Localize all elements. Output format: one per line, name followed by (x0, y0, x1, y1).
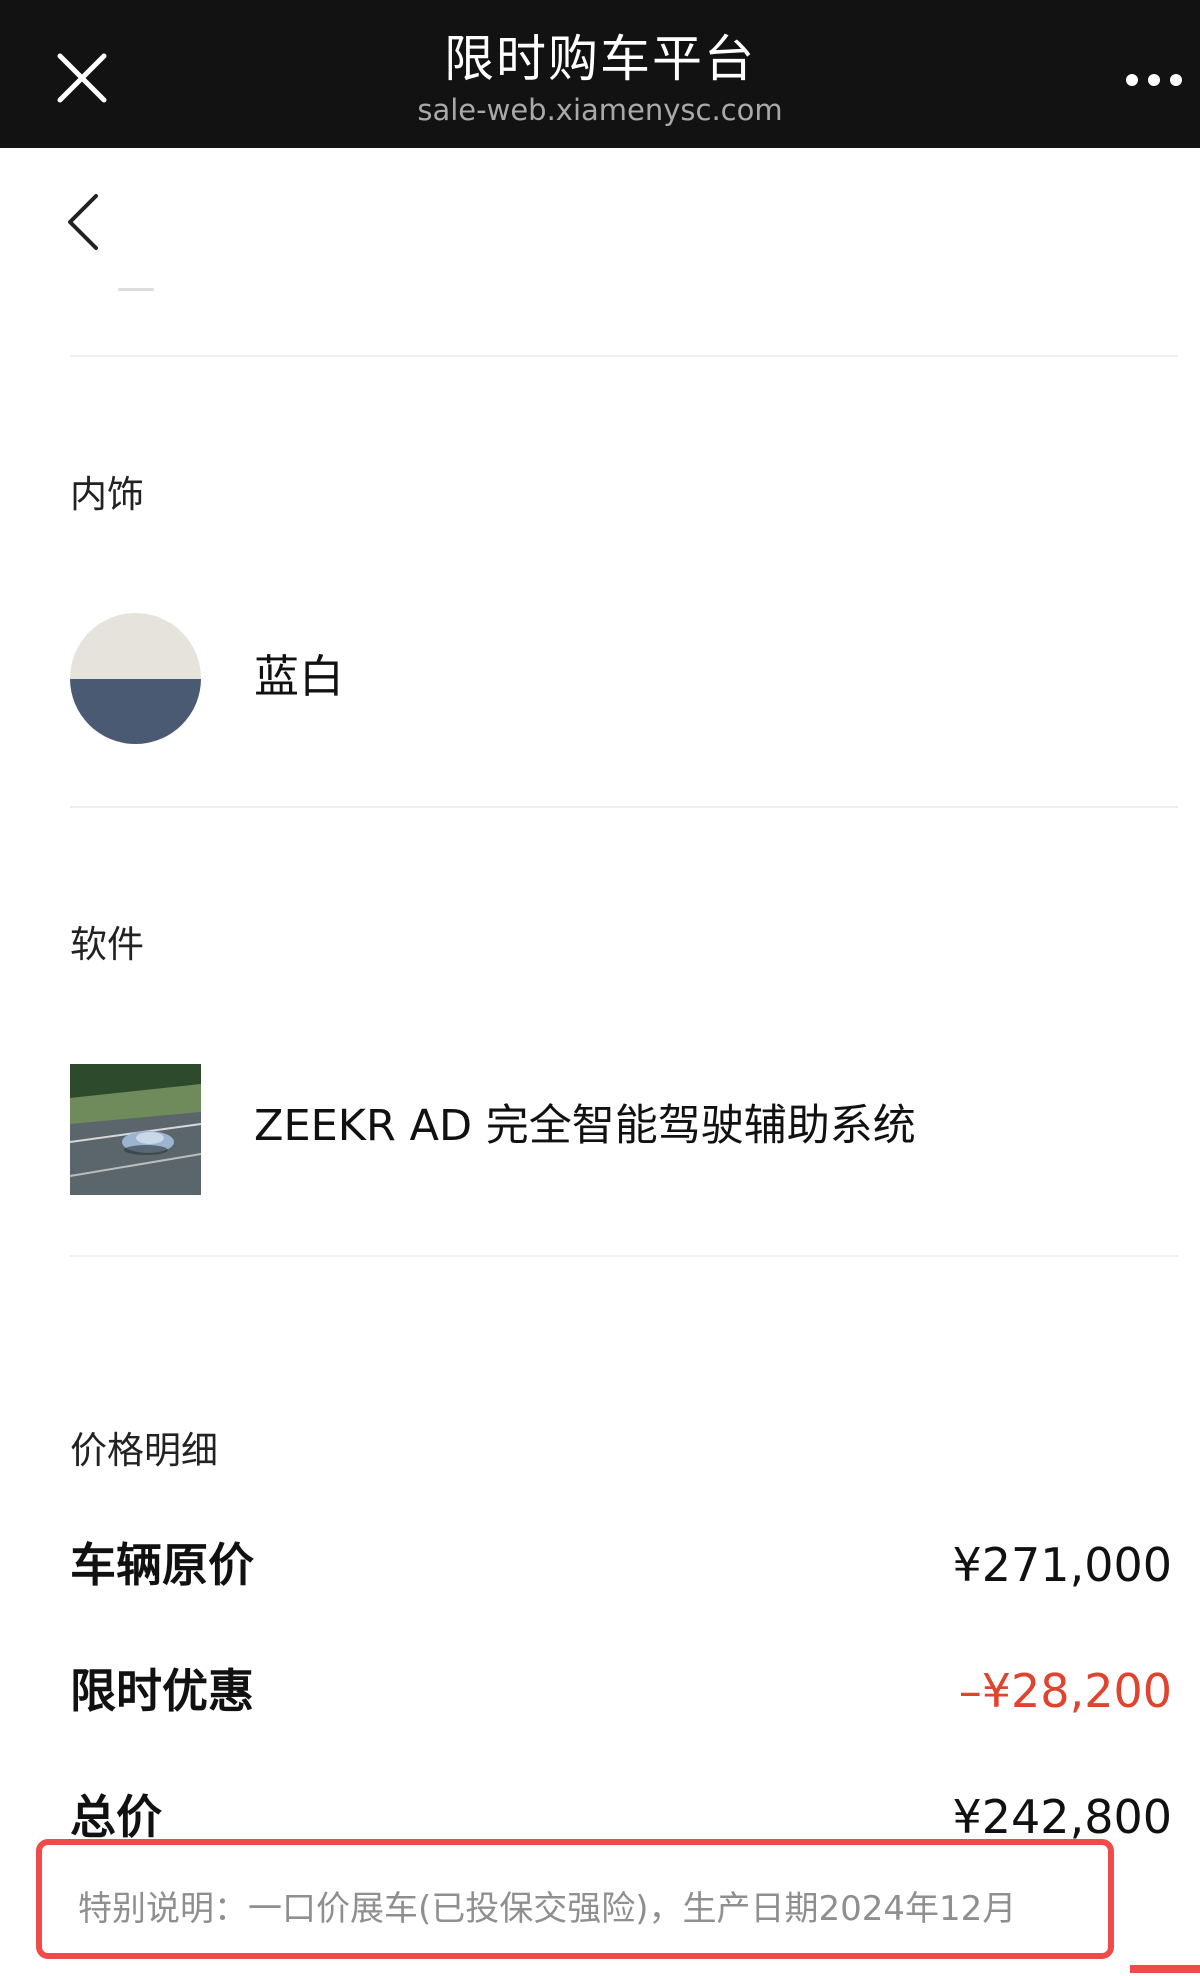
page-url: sale-web.xiamenysc.com (417, 93, 783, 127)
original-price-value: ¥271,000 (952, 1538, 1173, 1592)
divider (70, 806, 1178, 808)
software-label: 软件 (70, 923, 144, 966)
swatch-bottom-half (70, 679, 201, 744)
interior-option-text: 蓝白 (254, 650, 345, 703)
price-detail-label: 价格明细 (70, 1429, 218, 1472)
original-price-label: 车辆原价 (70, 1538, 254, 1592)
car-on-highway-image[interactable] (70, 1064, 201, 1195)
interior-color-swatch[interactable] (70, 613, 201, 744)
chevron-left-icon[interactable] (62, 190, 106, 254)
software-option-text: ZEEKR AD 完全智能驾驶辅助系统 (254, 1101, 916, 1151)
divider (70, 355, 1178, 357)
special-note-text: 特别说明：一口价展车(已投保交强险)，生产日期2024年12月 (78, 1889, 1017, 1929)
more-dots-icon[interactable] (1124, 68, 1184, 92)
interior-label: 内饰 (70, 473, 144, 516)
bottom-red-strip (1130, 1965, 1200, 1973)
special-note-box: 特别说明：一口价展车(已投保交强险)，生产日期2024年12月 (36, 1839, 1114, 1959)
total-price-label: 总价 (70, 1790, 162, 1844)
discount-label: 限时优惠 (70, 1664, 254, 1718)
top-bar: 限时购车平台 sale-web.xiamenysc.com (0, 0, 1200, 148)
page-title: 限时购车平台 (444, 30, 756, 88)
discount-value: –¥28,200 (958, 1664, 1172, 1718)
divider (70, 1255, 1178, 1257)
total-price-value: ¥242,800 (952, 1790, 1173, 1844)
scroll-remnant (118, 288, 154, 291)
